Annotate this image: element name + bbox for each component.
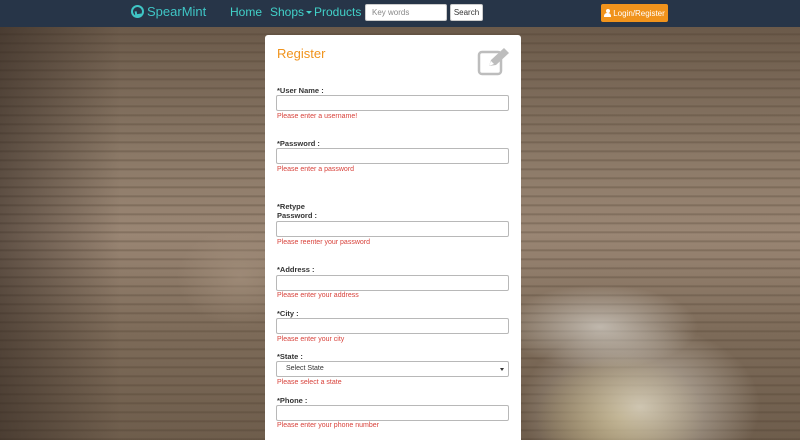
- login-register-label: Login/Register: [613, 8, 665, 18]
- user-icon: [604, 9, 612, 17]
- state-select-value: Select State: [286, 365, 324, 372]
- login-register-button[interactable]: Login/Register: [601, 4, 668, 22]
- city-error: Please enter your city: [277, 336, 345, 343]
- search-button[interactable]: Search: [450, 4, 483, 21]
- address-label: *Address :: [277, 265, 315, 274]
- brand-name: SpearMint: [147, 4, 207, 19]
- city-field[interactable]: [276, 318, 509, 334]
- retype-password-label-line2: Password :: [277, 211, 318, 220]
- username-error: Please enter a username!: [277, 113, 358, 120]
- state-error: Please select a state: [277, 379, 342, 386]
- phone-field[interactable]: [276, 405, 509, 421]
- password-error: Please enter a password: [277, 166, 355, 173]
- top-navbar: SpearMint Home Shops Products Search Log…: [0, 0, 800, 27]
- username-field[interactable]: [276, 95, 509, 111]
- address-field[interactable]: [276, 275, 509, 291]
- retype-password-error: Please reenter your password: [277, 239, 370, 246]
- nav-shops-dropdown[interactable]: Shops: [270, 5, 313, 19]
- register-panel: Register *User Name : Please enter a use…: [265, 35, 521, 440]
- state-select[interactable]: Select State: [276, 361, 509, 377]
- nav-shops-label: Shops: [270, 5, 305, 19]
- nav-products-link[interactable]: Products: [314, 5, 361, 19]
- spearmint-logo-icon: [131, 5, 144, 18]
- address-error: Please enter your address: [277, 292, 359, 299]
- retype-password-field[interactable]: [276, 221, 509, 237]
- password-field[interactable]: [276, 148, 509, 164]
- register-title: Register: [277, 46, 326, 61]
- nav-home-link[interactable]: Home: [230, 5, 262, 19]
- background-shade: [0, 27, 120, 440]
- phone-error: Please enter your phone number: [277, 422, 379, 429]
- search-input[interactable]: [365, 4, 447, 21]
- edit-icon: [477, 48, 509, 76]
- caret-down-icon: [306, 11, 313, 15]
- brand[interactable]: SpearMint: [131, 4, 206, 19]
- chevron-down-icon: [500, 368, 504, 371]
